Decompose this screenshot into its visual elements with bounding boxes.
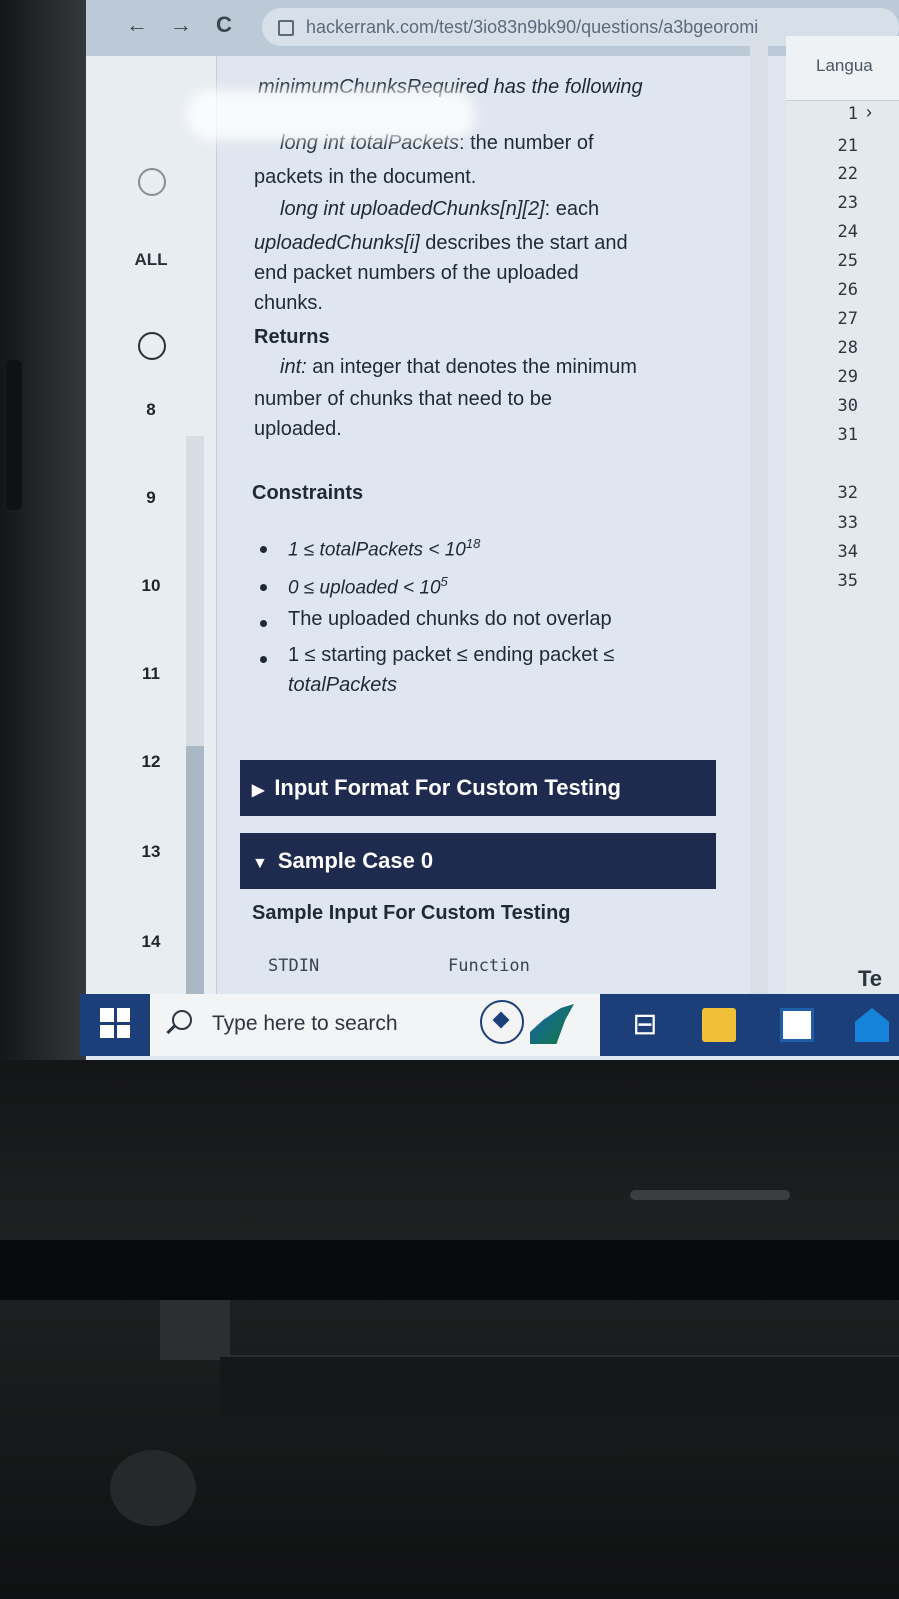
bullet — [260, 584, 267, 591]
power-button[interactable] — [110, 1450, 196, 1526]
taskbar-search[interactable]: Type here to search — [150, 994, 600, 1056]
returns-heading: Returns — [254, 326, 330, 348]
laptop-hinge — [0, 1240, 899, 1300]
screen-glare — [186, 90, 476, 140]
rail-all-filter[interactable]: ALL — [86, 250, 216, 270]
line-number: 30 — [837, 396, 858, 416]
language-select[interactable]: Langua — [816, 56, 873, 76]
line-number: 21 — [837, 136, 858, 156]
sample-input-heading: Sample Input For Custom Testing — [252, 902, 571, 924]
forward-arrow-icon[interactable]: → — [170, 12, 192, 38]
line-number: 25 — [837, 251, 858, 271]
bullet — [260, 546, 267, 553]
rail-scrollbar-thumb[interactable] — [186, 746, 204, 1026]
constraint-packet-range-cont: totalPackets — [288, 674, 397, 696]
editor-footer-text: Te — [858, 966, 883, 991]
param-desc: packets in the document. — [254, 166, 477, 188]
bezel-grip — [6, 360, 22, 510]
stdin-label: STDIN — [268, 956, 320, 976]
line-number: 34 — [837, 542, 858, 562]
line-number: 23 — [837, 193, 858, 213]
file-explorer-icon[interactable] — [702, 1008, 736, 1042]
bullet — [260, 620, 267, 627]
returns-desc: uploaded. — [254, 418, 342, 440]
info-icon[interactable] — [138, 332, 166, 360]
problem-statement: minimumChunksRequired has the following … — [240, 56, 786, 996]
function-label: Function — [448, 956, 530, 976]
search-icon — [172, 1010, 192, 1030]
line-number: 1 — [847, 104, 858, 124]
constraints-heading: Constraints — [252, 482, 364, 504]
param-uploadedChunks: long int uploadedChunks[n][2]: each — [280, 198, 600, 220]
caret-down-icon: ▼ — [252, 855, 268, 872]
line-number: 32 — [837, 483, 858, 503]
line-number: 35 — [837, 571, 858, 591]
line-number: 26 — [837, 280, 858, 300]
task-view-icon[interactable]: ⊟ — [628, 1008, 662, 1042]
line-number: 28 — [837, 338, 858, 358]
pane-divider[interactable] — [750, 36, 768, 996]
windows-start-icon[interactable] — [100, 1008, 130, 1038]
line-number: 33 — [837, 513, 858, 533]
sample-case-toggle[interactable]: ▼ Sample Case 0 — [240, 833, 716, 889]
param-desc: chunks. — [254, 292, 323, 314]
laptop-vent — [630, 1190, 790, 1200]
chevron-right-icon[interactable]: › — [866, 102, 872, 123]
constraint-packet-range: 1 ≤ starting packet ≤ ending packet ≤ — [288, 644, 615, 666]
address-url: hackerrank.com/test/3io83n9bk90/question… — [306, 17, 759, 37]
line-number: 31 — [837, 425, 858, 445]
copyright-icon — [138, 168, 166, 196]
question-number[interactable]: 8 — [86, 400, 216, 420]
lock-icon — [278, 20, 294, 36]
returns-desc: int: an integer that denotes the minimum — [280, 356, 637, 378]
param-desc: uploadedChunks[i] describes the start an… — [254, 232, 628, 254]
line-number: 27 — [837, 309, 858, 329]
screen: ← → C hackerrank.com/test/3io83n9bk90/qu… — [86, 0, 899, 1060]
soccer-ball-icon — [480, 1000, 524, 1044]
line-number: 22 — [837, 164, 858, 184]
returns-desc: number of chunks that need to be — [254, 388, 552, 410]
line-number: 29 — [837, 367, 858, 387]
code-editor[interactable]: Langua 1 › 21 22 23 24 25 26 27 28 29 30 31 32 33 34 3… — [786, 36, 899, 996]
constraint-total-packets: 1 ≤ totalPackets < 1018 — [288, 536, 481, 561]
editor-header: Langua — [786, 36, 899, 101]
bullet — [260, 656, 267, 663]
line-number: 24 — [837, 222, 858, 242]
windows-taskbar: Type here to search ⊟ — [80, 994, 899, 1056]
caret-right-icon: ▶ — [252, 782, 265, 799]
back-arrow-icon[interactable]: ← — [126, 12, 148, 38]
constraint-no-overlap: The uploaded chunks do not overlap — [288, 608, 612, 630]
input-format-toggle[interactable]: ▶ Input Format For Custom Testing — [240, 760, 716, 816]
soccer-boot-icon — [530, 1004, 574, 1044]
param-desc: end packet numbers of the uploaded — [254, 262, 579, 284]
reload-icon[interactable]: C — [216, 12, 232, 38]
laptop-latch — [160, 1300, 230, 1360]
store-icon[interactable] — [780, 1008, 814, 1042]
browser-toolbar: ← → C hackerrank.com/test/3io83n9bk90/qu… — [86, 0, 899, 56]
constraint-uploaded: 0 ≤ uploaded < 105 — [288, 574, 448, 599]
mail-icon[interactable] — [855, 1008, 889, 1042]
laptop-deck-strip — [220, 1355, 899, 1417]
search-placeholder: Type here to search — [212, 1012, 398, 1035]
laptop-bezel-left — [0, 0, 96, 1060]
question-rail: ALL 8 9 10 11 12 13 14 — [86, 56, 217, 1026]
